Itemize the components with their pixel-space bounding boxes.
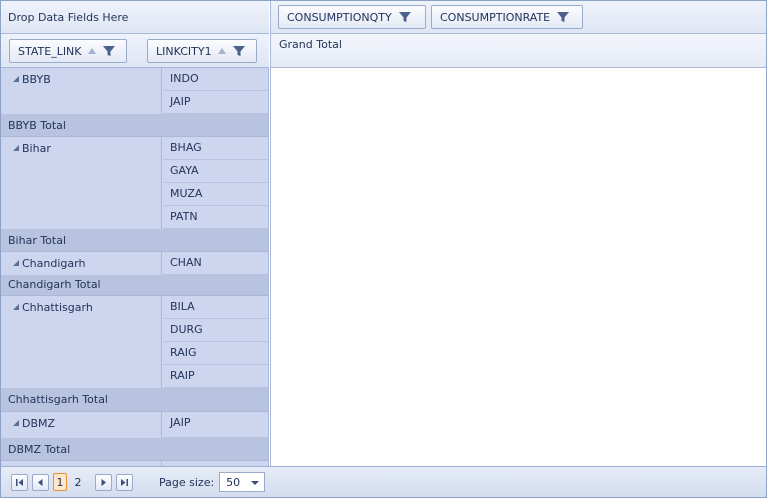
city-label: MUZA xyxy=(170,187,203,200)
field-consumptionrate[interactable]: CONSUMPTIONRATE xyxy=(431,5,583,29)
state-label: Chhattisgarh xyxy=(22,301,93,314)
collapse-icon[interactable] xyxy=(13,145,19,151)
sort-ascending-icon xyxy=(87,48,96,54)
total-label: Bihar Total xyxy=(8,234,67,247)
total-row-chandigarh[interactable]: Chandigarh Total xyxy=(1,275,268,296)
state-cell-bbyb[interactable]: BBYB xyxy=(1,68,162,114)
page-number-label: 1 xyxy=(56,475,64,489)
collapse-icon[interactable] xyxy=(13,260,19,266)
first-page-button[interactable] xyxy=(11,473,28,491)
filter-icon[interactable] xyxy=(102,44,116,58)
column-fields-area: CONSUMPTIONQTY CONSUMPTIONRATE xyxy=(270,1,766,34)
city-cell[interactable]: JAIP xyxy=(163,412,268,438)
state-cell-chandigarh[interactable]: Chandigarh xyxy=(1,252,162,275)
city-cell[interactable]: RAIG xyxy=(163,342,268,365)
field-label: CONSUMPTIONQTY xyxy=(287,10,392,24)
city-label: CHAN xyxy=(170,256,202,269)
filter-icon[interactable] xyxy=(556,10,570,24)
field-consumptionqty[interactable]: CONSUMPTIONQTY xyxy=(278,5,426,29)
filter-icon[interactable] xyxy=(398,10,412,24)
state-label: Bihar xyxy=(22,142,51,155)
city-label: GAYA xyxy=(170,164,199,177)
next-page-button[interactable] xyxy=(95,473,112,491)
city-label: PATN xyxy=(170,210,198,223)
total-row-bbyb[interactable]: BBYB Total xyxy=(1,114,268,137)
sort-ascending-icon xyxy=(217,48,226,54)
city-cell[interactable]: DURG xyxy=(163,319,268,342)
last-page-icon xyxy=(121,478,128,486)
city-cell[interactable]: RAIP xyxy=(163,365,268,388)
page-size-select[interactable]: 50 xyxy=(219,472,266,492)
state-label: BBYB xyxy=(22,73,51,86)
state-cell-chhattisgarh[interactable]: Chhattisgarh xyxy=(1,296,162,388)
page-number-1[interactable]: 1 xyxy=(53,473,67,491)
state-cell-bihar[interactable]: Bihar xyxy=(1,137,162,229)
field-label: STATE_LINK xyxy=(18,44,82,58)
total-label: Chhattisgarh Total xyxy=(8,393,108,406)
city-label: RAIG xyxy=(170,346,197,359)
total-label: Chandigarh Total xyxy=(8,278,101,291)
prev-page-icon xyxy=(38,478,43,486)
page-number-2[interactable]: 2 xyxy=(71,473,85,491)
total-row-chhattisgarh[interactable]: Chhattisgarh Total xyxy=(1,388,268,412)
first-page-icon xyxy=(16,478,23,486)
total-label: BBYB Total xyxy=(8,119,66,132)
city-cell[interactable]: JAIP xyxy=(163,91,268,114)
row-fields-area: STATE_LINK LINKCITY1 xyxy=(1,34,269,68)
data-area xyxy=(270,68,766,467)
state-cell-dbmz[interactable]: DBMZ xyxy=(1,412,162,438)
city-label: BHAG xyxy=(170,141,202,154)
collapse-icon[interactable] xyxy=(13,420,19,426)
city-label: RAIP xyxy=(170,369,195,382)
page-size-label: Page size: xyxy=(159,475,215,489)
pivot-grid: Drop Data Fields Here CONSUMPTIONQTY CON… xyxy=(0,0,767,498)
total-label: DBMZ Total xyxy=(8,443,71,456)
pager: 1 2 Page size: 50 xyxy=(1,466,766,497)
field-state-link[interactable]: STATE_LINK xyxy=(9,39,127,63)
city-cell[interactable]: CHAN xyxy=(163,252,268,275)
collapse-icon[interactable] xyxy=(13,76,19,82)
state-label: Chandigarh xyxy=(22,257,86,270)
drop-area-label: Drop Data Fields Here xyxy=(8,10,129,24)
drop-data-fields-area[interactable]: Drop Data Fields Here xyxy=(1,1,269,34)
city-cell[interactable]: MUZA xyxy=(163,183,268,206)
city-cell[interactable]: INDO xyxy=(163,68,268,91)
row-headers: BBYB INDO JAIP BBYB Total Bihar BHAG GAY… xyxy=(1,68,269,467)
field-linkcity1[interactable]: LINKCITY1 xyxy=(147,39,257,63)
city-cell[interactable]: GAYA xyxy=(163,160,268,183)
grand-total-label: Grand Total xyxy=(279,38,342,51)
state-label: DBMZ xyxy=(22,417,56,430)
city-label: JAIP xyxy=(170,416,191,429)
city-cell[interactable]: BILA xyxy=(163,296,268,319)
city-label: JAIP xyxy=(170,95,191,108)
next-page-icon xyxy=(101,478,106,486)
total-row-bihar[interactable]: Bihar Total xyxy=(1,229,268,252)
city-cell[interactable]: BHAG xyxy=(163,137,268,160)
field-label: LINKCITY1 xyxy=(156,44,212,58)
city-label: BILA xyxy=(170,300,195,313)
prev-page-button[interactable] xyxy=(32,473,49,491)
page-size-value: 50 xyxy=(226,475,241,489)
chevron-down-icon[interactable] xyxy=(251,481,260,485)
grand-total-header: Grand Total xyxy=(270,34,766,68)
page-number-label: 2 xyxy=(74,475,82,489)
field-label: CONSUMPTIONRATE xyxy=(440,10,551,24)
city-label: DURG xyxy=(170,323,203,336)
total-row-dbmz[interactable]: DBMZ Total xyxy=(1,438,268,461)
filter-icon[interactable] xyxy=(232,44,246,58)
city-label: INDO xyxy=(170,72,199,85)
city-cell[interactable]: PATN xyxy=(163,206,268,229)
last-page-button[interactable] xyxy=(116,473,133,491)
collapse-icon[interactable] xyxy=(13,304,19,310)
